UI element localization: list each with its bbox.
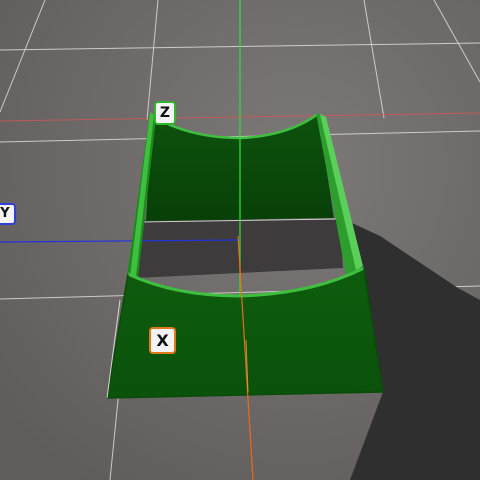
y-axis-tag[interactable]: Y xyxy=(0,203,16,225)
viewport-scene[interactable] xyxy=(0,0,480,480)
3d-viewport[interactable]: Z Y X xyxy=(0,0,480,480)
z-axis-tag[interactable]: Z xyxy=(154,101,176,125)
x-axis-tag[interactable]: X xyxy=(149,327,176,354)
